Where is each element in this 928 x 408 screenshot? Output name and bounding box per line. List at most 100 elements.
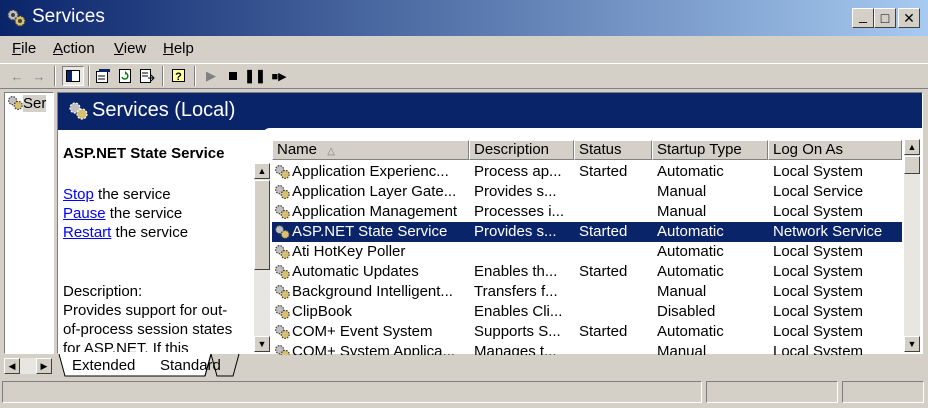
table-row[interactable]: Ati HotKey Poller Automatic Local System bbox=[272, 242, 902, 262]
table-row[interactable]: Application Layer Gate... Provides s... Ma… bbox=[272, 182, 902, 202]
services-icon bbox=[69, 102, 88, 120]
minimize-icon: _ bbox=[859, 7, 867, 23]
properties-button[interactable] bbox=[92, 66, 114, 86]
scroll-up-icon: ▲ bbox=[907, 142, 917, 152]
table-row[interactable]: COM+ System Applica... Manages t... Manual… bbox=[272, 342, 902, 355]
cell-startup: Automatic bbox=[657, 323, 724, 340]
menu-view[interactable]: View bbox=[114, 40, 146, 57]
scroll-up-icon: ▲ bbox=[257, 166, 267, 176]
status-bar-panel bbox=[842, 381, 924, 403]
minimize-button[interactable]: _ bbox=[852, 8, 874, 28]
column-header-label: Description bbox=[474, 141, 550, 158]
column-header-log-on-as[interactable]: Log On As bbox=[768, 140, 902, 160]
scroll-down-button[interactable]: ▼ bbox=[254, 336, 270, 352]
menu-help-mnemonic: H bbox=[163, 40, 174, 57]
maximize-icon: □ bbox=[880, 10, 890, 26]
stop-service-button[interactable] bbox=[222, 66, 244, 86]
cell-description: Enables th... bbox=[474, 263, 558, 280]
table-row[interactable]: ClipBook Enables Cli... Disabled Local Syst… bbox=[272, 302, 902, 322]
menu-view-label: iew bbox=[123, 40, 147, 57]
table-row[interactable]: Automatic Updates Enables th... Started Aut… bbox=[272, 262, 902, 282]
status-bar-main bbox=[2, 381, 702, 403]
table-row[interactable]: ASP.NET State Service Provides s... Starte… bbox=[272, 222, 902, 242]
cell-logon: Local Service bbox=[773, 183, 864, 200]
cell-startup: Manual bbox=[657, 343, 707, 355]
scroll-up-button[interactable]: ▲ bbox=[254, 163, 270, 179]
cell-name: COM+ System Applica... bbox=[292, 343, 455, 355]
close-button[interactable]: ✕ bbox=[898, 8, 920, 28]
service-gear-icon bbox=[275, 265, 290, 279]
export-list-button[interactable] bbox=[136, 66, 158, 86]
menu-action[interactable]: Action bbox=[53, 40, 95, 57]
menu-file[interactable]: File bbox=[12, 40, 36, 57]
restart-link-suffix: the service bbox=[111, 224, 189, 241]
description-line: for ASP.NET. If this bbox=[63, 340, 189, 352]
cell-logon: Local System bbox=[773, 343, 864, 355]
column-header-status[interactable]: Status bbox=[574, 140, 652, 160]
list-top-curve bbox=[262, 128, 922, 138]
pause-link[interactable]: Pause bbox=[63, 205, 106, 222]
console-tree: Ser bbox=[4, 92, 54, 354]
start-service-button[interactable]: ▶ bbox=[200, 66, 222, 86]
help-icon: ? bbox=[172, 69, 185, 83]
back-icon: ← bbox=[10, 68, 24, 84]
forward-button[interactable]: → bbox=[28, 66, 50, 86]
sort-ascending-icon: △ bbox=[327, 146, 335, 157]
stop-link[interactable]: Stop bbox=[63, 186, 94, 203]
scroll-down-icon: ▼ bbox=[907, 339, 917, 349]
table-row[interactable]: Application Management Processes i... Manu… bbox=[272, 202, 902, 222]
menu-help[interactable]: Help bbox=[163, 40, 194, 57]
column-header-label: Startup Type bbox=[657, 141, 742, 158]
title-bar[interactable] bbox=[0, 0, 928, 36]
maximize-button[interactable]: □ bbox=[874, 8, 896, 28]
list-scroll-down-button[interactable]: ▼ bbox=[904, 336, 920, 352]
description-line: of-process session states bbox=[63, 321, 233, 338]
list-scroll-up-button[interactable]: ▲ bbox=[904, 139, 920, 155]
tree-scroll-track[interactable] bbox=[20, 358, 36, 374]
cell-description: Provides s... bbox=[474, 223, 557, 240]
cell-description: Process ap... bbox=[474, 163, 562, 180]
restart-service-button[interactable]: ■▶ bbox=[268, 66, 290, 86]
tab-extended[interactable]: Extended bbox=[72, 356, 135, 376]
service-gear-icon bbox=[275, 285, 290, 299]
column-header-description[interactable]: Description bbox=[469, 140, 574, 160]
description-label: Description: bbox=[63, 283, 143, 300]
column-header-name[interactable]: Name △ bbox=[272, 140, 469, 160]
cell-status: Started bbox=[579, 163, 628, 180]
tab-standard[interactable]: Standard bbox=[160, 356, 221, 376]
show-tree-button[interactable] bbox=[62, 66, 84, 86]
back-button[interactable]: ← bbox=[6, 66, 28, 86]
cell-description: Processes i... bbox=[474, 203, 565, 220]
restart-link[interactable]: Restart bbox=[63, 224, 111, 241]
pane-title: Services (Local) bbox=[92, 99, 236, 121]
menu-file-label: ile bbox=[21, 40, 37, 57]
svg-text:?: ? bbox=[175, 71, 182, 83]
cell-status: Started bbox=[579, 323, 628, 340]
cell-startup: Automatic bbox=[657, 243, 724, 260]
scroll-thumb[interactable] bbox=[254, 180, 270, 270]
toolbar-separator bbox=[54, 66, 56, 86]
cell-startup: Disabled bbox=[657, 303, 716, 320]
cell-logon: Local System bbox=[773, 243, 864, 260]
refresh-button[interactable] bbox=[114, 66, 136, 86]
refresh-icon bbox=[119, 69, 131, 83]
table-row[interactable]: COM+ Event System Supports S... Started Aut… bbox=[272, 322, 902, 342]
service-gear-icon bbox=[275, 245, 290, 259]
table-row[interactable]: Background Intelligent... Transfers f... M… bbox=[272, 282, 902, 302]
tree-scroll-left-button[interactable]: ◀ bbox=[4, 358, 20, 374]
stop-service-icon bbox=[229, 72, 237, 80]
column-header-label: Name bbox=[277, 141, 318, 158]
cell-logon: Network Service bbox=[773, 223, 883, 240]
window-title: Services bbox=[32, 6, 105, 27]
pause-service-button[interactable]: ❚❚ bbox=[244, 66, 266, 86]
help-button[interactable]: ? bbox=[168, 66, 190, 86]
list-scroll-thumb[interactable] bbox=[904, 156, 920, 174]
cell-logon: Local System bbox=[773, 203, 864, 220]
tree-scroll-right-button[interactable]: ▶ bbox=[36, 358, 52, 374]
column-header-startup-type[interactable]: Startup Type bbox=[652, 140, 768, 160]
tree-item-services[interactable]: Ser bbox=[7, 95, 47, 112]
cell-startup: Automatic bbox=[657, 163, 724, 180]
pause-service-icon: ❚❚ bbox=[244, 68, 266, 83]
table-row[interactable]: Application Experienc... Process ap... Sta… bbox=[272, 162, 902, 182]
menu-file-mnemonic: F bbox=[12, 40, 22, 57]
